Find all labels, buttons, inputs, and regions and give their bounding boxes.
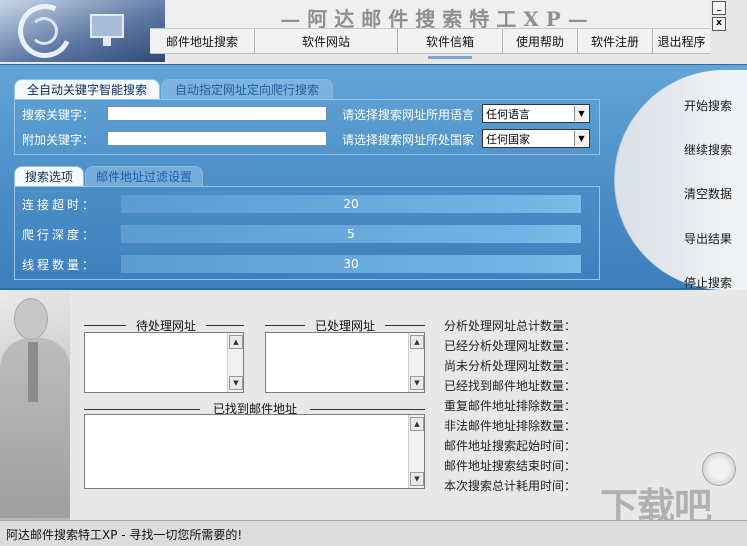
menu-software-mailbox[interactable]: 软件信箱 xyxy=(398,29,503,59)
chevron-down-icon[interactable]: ▼ xyxy=(574,106,588,121)
tab-search-options[interactable]: 搜索选项 xyxy=(14,166,84,186)
processed-urls-scrollbar[interactable]: ▲ ▼ xyxy=(408,333,424,392)
businessman-tie-icon xyxy=(28,342,38,402)
computer-icon xyxy=(90,14,124,38)
tab-auto-keyword-search[interactable]: 全自动关键字智能搜索 xyxy=(14,79,160,99)
stat-duplicate-emails: 重复邮件地址排除数量： xyxy=(444,399,577,413)
keyword-input[interactable] xyxy=(107,106,327,121)
window-controls: _ x xyxy=(712,1,742,33)
language-select[interactable]: 任何语言 ▼ xyxy=(482,104,590,123)
status-text: 阿达邮件搜索特工XP - 寻找一切您所需要的! xyxy=(6,528,243,542)
chevron-down-icon[interactable]: ▼ xyxy=(574,131,588,146)
depth-value: 5 xyxy=(347,227,355,241)
found-emails-scrollbar[interactable]: ▲ ▼ xyxy=(408,415,424,488)
tab-email-filter[interactable]: 邮件地址过滤设置 xyxy=(85,166,203,186)
menu-register[interactable]: 软件注册 xyxy=(578,29,653,53)
close-button[interactable]: x xyxy=(712,17,726,31)
menu-email-search[interactable]: 邮件地址搜索 xyxy=(150,29,255,53)
scroll-up-icon[interactable]: ▲ xyxy=(410,417,424,431)
menu-exit[interactable]: 退出程序 xyxy=(653,29,710,53)
timeout-label: 连接超时： xyxy=(22,198,98,212)
stat-total-urls: 分析处理网址总计数量： xyxy=(444,319,577,333)
status-bar: 阿达邮件搜索特工XP - 寻找一切您所需要的! xyxy=(0,520,747,546)
businessman-image xyxy=(0,290,70,520)
continue-search-button[interactable]: 继续搜索 xyxy=(672,141,744,158)
businessman-head-icon xyxy=(14,298,48,340)
pending-urls-list[interactable]: ▲ ▼ xyxy=(84,332,244,393)
timeout-slider[interactable]: 20 xyxy=(121,195,581,213)
app-logo xyxy=(0,0,165,62)
timeout-value: 20 xyxy=(343,197,359,211)
scroll-down-icon[interactable]: ▼ xyxy=(410,376,424,390)
computer-stand-icon xyxy=(103,38,111,46)
country-select[interactable]: 任何国家 ▼ xyxy=(482,129,590,148)
stat-end-time: 邮件地址搜索结束时间： xyxy=(444,459,577,473)
threads-slider[interactable]: 30 xyxy=(121,255,581,273)
threads-value: 30 xyxy=(343,257,359,271)
keyword-label: 搜索关键字： xyxy=(22,108,95,122)
start-search-button[interactable]: 开始搜索 xyxy=(672,97,744,114)
country-label: 请选择搜索网址所处国家 xyxy=(342,133,475,147)
stat-found-emails: 已经找到邮件地址数量： xyxy=(444,379,577,393)
processed-urls-list[interactable]: ▲ ▼ xyxy=(265,332,425,393)
scroll-down-icon[interactable]: ▼ xyxy=(229,376,243,390)
email-ring-inner-icon xyxy=(30,17,58,45)
stat-analyzed-urls: 已经分析处理网址数量： xyxy=(444,339,577,353)
menu-software-site[interactable]: 软件网站 xyxy=(255,29,398,53)
tab-directed-url-crawl[interactable]: 自动指定网址定向爬行搜索 xyxy=(161,79,333,99)
depth-label: 爬行深度： xyxy=(22,228,98,242)
threads-label: 线程数量： xyxy=(22,258,98,272)
stat-unanalyzed-urls: 尚未分析处理网址数量： xyxy=(444,359,577,373)
app-window: —阿达邮件搜索特工XP— _ x 邮件地址搜索 软件网站 软件信箱 使用帮助 软… xyxy=(0,0,747,546)
menu-help[interactable]: 使用帮助 xyxy=(503,29,578,53)
stop-search-button[interactable]: 停止搜索 xyxy=(672,274,744,291)
minimize-button[interactable]: _ xyxy=(712,1,726,15)
menu-bar: 邮件地址搜索 软件网站 软件信箱 使用帮助 软件注册 退出程序 xyxy=(150,28,710,59)
scroll-up-icon[interactable]: ▲ xyxy=(410,335,424,349)
pending-urls-scrollbar[interactable]: ▲ ▼ xyxy=(227,333,243,392)
export-results-button[interactable]: 导出结果 xyxy=(672,230,744,247)
extra-keyword-label: 附加关键字： xyxy=(22,133,95,147)
extra-keyword-input[interactable] xyxy=(107,131,327,146)
stat-elapsed-time: 本次搜索总计耗用时间： xyxy=(444,479,577,493)
stat-start-time: 邮件地址搜索起始时间： xyxy=(444,439,577,453)
found-emails-list[interactable]: ▲ ▼ xyxy=(84,414,425,489)
scroll-down-icon[interactable]: ▼ xyxy=(410,472,424,486)
language-label: 请选择搜索网址所用语言 xyxy=(342,108,475,122)
depth-slider[interactable]: 5 xyxy=(121,225,581,243)
scroll-up-icon[interactable]: ▲ xyxy=(229,335,243,349)
language-select-value: 任何语言 xyxy=(486,107,530,121)
title-bar: —阿达邮件搜索特工XP— xyxy=(165,0,710,31)
stat-invalid-emails: 非法邮件地址排除数量： xyxy=(444,419,577,433)
clear-data-button[interactable]: 清空数据 xyxy=(672,185,744,202)
country-select-value: 任何国家 xyxy=(486,132,530,146)
